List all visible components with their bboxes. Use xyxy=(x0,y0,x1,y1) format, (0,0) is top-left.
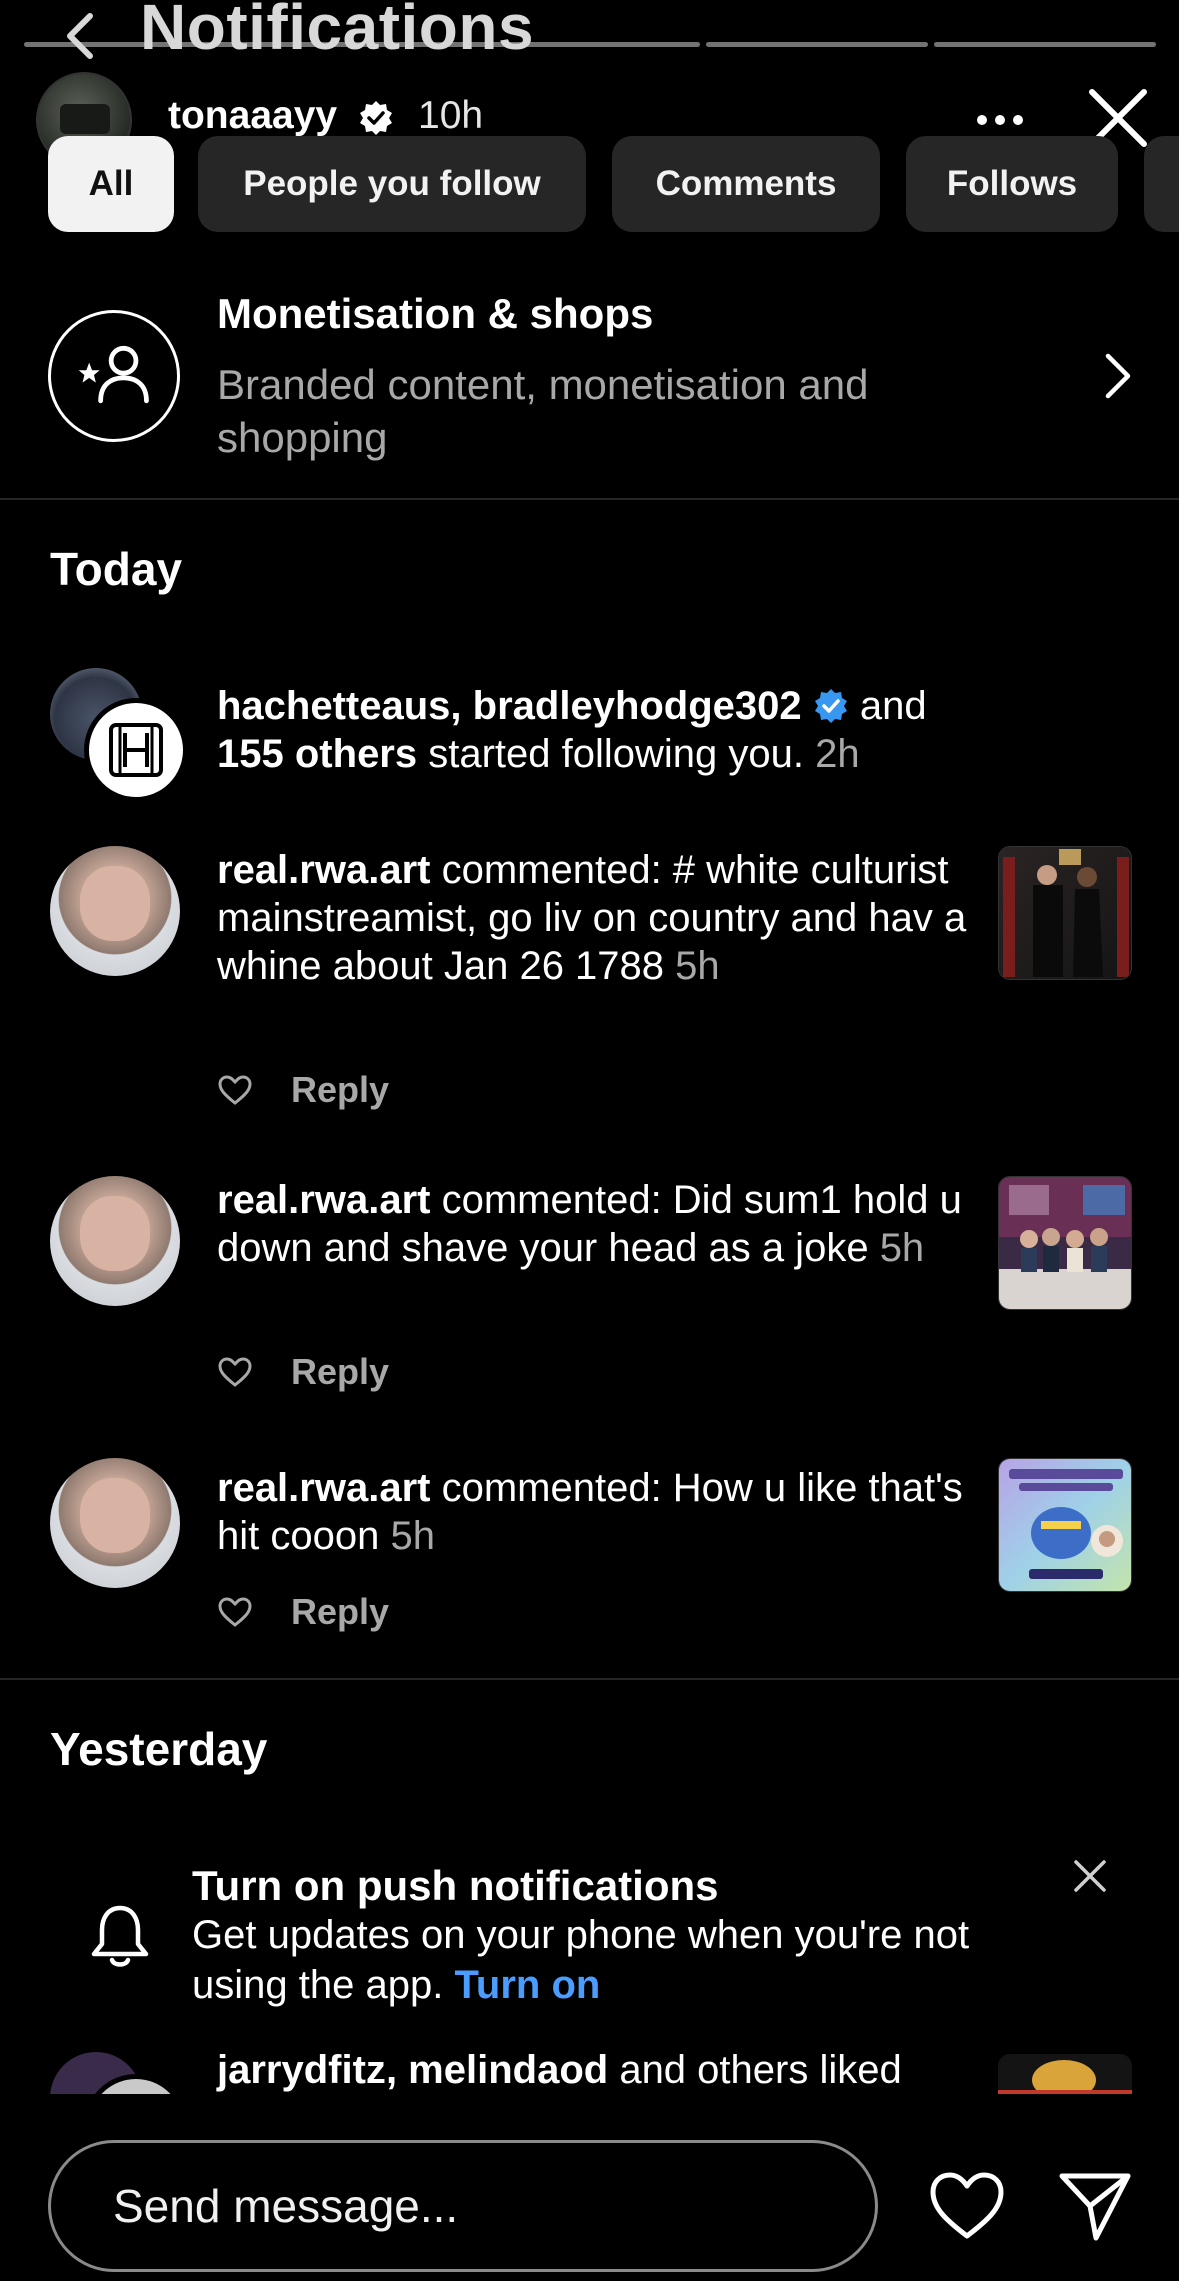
list-item[interactable]: jarrydfitz, melindaod and others liked xyxy=(0,2040,1179,2094)
push-prompt-title: Turn on push notifications xyxy=(192,1862,719,1909)
push-prompt-body: Get updates on your phone when you're no… xyxy=(192,1913,970,2007)
reply-button[interactable]: Reply xyxy=(291,1591,389,1633)
section-heading-today: Today xyxy=(50,543,183,595)
story-time: 10h xyxy=(418,94,484,137)
back-chevron-icon[interactable] xyxy=(56,10,108,62)
comment-actions: Reply xyxy=(217,1350,389,1394)
send-message-input[interactable] xyxy=(48,2140,878,2272)
username-link[interactable]: bradleyhodge302 xyxy=(473,684,802,728)
commenter-avatar[interactable] xyxy=(50,846,180,976)
filter-chip-comments[interactable]: Comments xyxy=(612,136,880,232)
chevron-right-icon[interactable] xyxy=(1096,350,1140,402)
username-link[interactable]: real.rwa.art xyxy=(217,1178,430,1222)
post-thumbnail[interactable] xyxy=(998,2054,1132,2094)
notification-time: 2h xyxy=(815,732,860,776)
post-thumbnail[interactable] xyxy=(998,846,1132,980)
follow-notification-text[interactable]: hachetteaus, bradleyhodge302 and 155 oth… xyxy=(217,682,977,778)
username-link[interactable]: real.rwa.art xyxy=(217,848,430,892)
commenter-avatar[interactable] xyxy=(50,1458,180,1588)
post-thumbnail[interactable] xyxy=(998,1176,1132,1310)
comment-notification-text[interactable]: real.rwa.art commented: Did sum1 hold u … xyxy=(217,1176,977,1272)
notification-time: 5h xyxy=(390,1514,435,1558)
dismiss-push-prompt-icon[interactable] xyxy=(1070,1856,1110,1896)
follower-avatar-hachette[interactable] xyxy=(84,698,188,802)
commenter-avatar[interactable] xyxy=(50,1176,180,1306)
comment-notification-text[interactable]: real.rwa.art commented: How u like that'… xyxy=(217,1464,977,1560)
notification-time: 5h xyxy=(879,1226,925,1270)
comment-notification-text[interactable]: real.rwa.art commented: # white culturis… xyxy=(217,846,977,990)
like-comment-heart-icon[interactable] xyxy=(217,1356,253,1388)
divider xyxy=(0,1678,1179,1680)
notification-time: 5h xyxy=(675,944,720,988)
post-thumbnail[interactable] xyxy=(998,1458,1132,1592)
filter-chip-all[interactable]: All xyxy=(48,136,174,232)
bell-icon xyxy=(91,1905,149,1967)
reply-button[interactable]: Reply xyxy=(291,1351,389,1393)
filter-chip-people-you-follow[interactable]: People you follow xyxy=(198,136,586,232)
monetisation-title[interactable]: Monetisation & shops xyxy=(217,290,653,338)
story-progress-segment xyxy=(934,42,1156,47)
send-icon[interactable] xyxy=(1058,2170,1132,2242)
comment-actions: Reply xyxy=(217,1068,389,1112)
username-link[interactable]: hachetteaus xyxy=(217,684,450,728)
liked-notification-text[interactable]: jarrydfitz, melindaod and others liked xyxy=(217,2046,977,2094)
story-progress-segment xyxy=(706,42,928,47)
like-comment-heart-icon[interactable] xyxy=(217,1596,253,1628)
story-username[interactable]: tonaaayy xyxy=(168,94,337,138)
turn-on-link[interactable]: Turn on xyxy=(454,1963,600,2007)
reply-button[interactable]: Reply xyxy=(291,1069,389,1111)
heart-icon[interactable] xyxy=(928,2170,1006,2242)
filter-chip-follows[interactable]: Follows xyxy=(906,136,1118,232)
verified-badge-icon xyxy=(360,101,392,135)
filter-chip-overflow[interactable] xyxy=(1144,136,1179,232)
divider xyxy=(0,498,1179,500)
verified-badge-icon xyxy=(814,689,847,723)
like-comment-heart-icon[interactable] xyxy=(217,1074,253,1106)
username-link[interactable]: real.rwa.art xyxy=(217,1466,430,1510)
comment-actions: Reply xyxy=(217,1590,389,1634)
monetisation-subtitle: Branded content, monetisation and shoppi… xyxy=(217,361,869,461)
section-heading-yesterday: Yesterday xyxy=(50,1723,268,1775)
monetisation-icon xyxy=(48,310,180,442)
page-title: Notifications xyxy=(140,0,535,63)
